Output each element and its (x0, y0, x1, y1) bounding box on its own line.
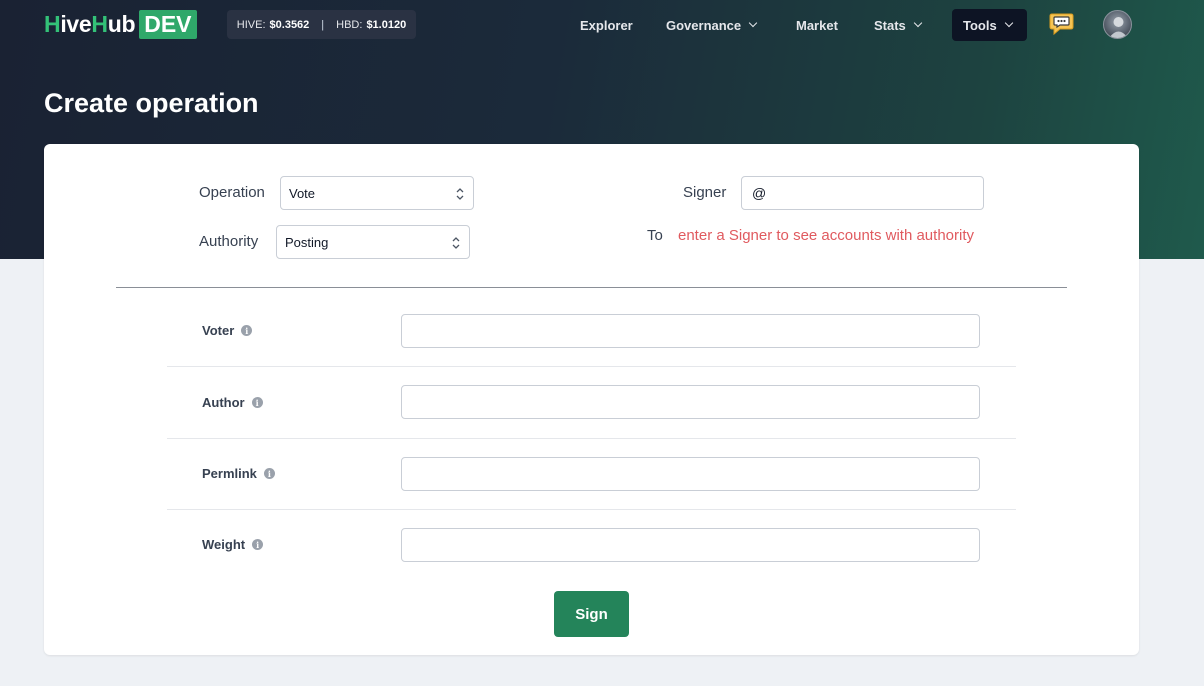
author-label: Author (202, 395, 245, 410)
signer-input-value: @ (752, 185, 767, 201)
logo-letter-h: H (44, 11, 61, 37)
chevron-down-icon (913, 18, 923, 28)
signer-label: Signer (683, 184, 727, 201)
page-title: Create operation (44, 88, 259, 118)
info-icon[interactable]: i (252, 539, 264, 550)
nav-stats-label: Stats (874, 17, 906, 33)
permlink-field-label: Permlink i (202, 466, 275, 481)
weight-field-label: Weight i (202, 537, 264, 552)
row-divider (167, 438, 1016, 439)
voter-input[interactable] (401, 314, 980, 348)
author-field-label: Author i (202, 395, 263, 410)
logo-text-ub: ub (107, 11, 136, 37)
nav-tools[interactable]: Tools (952, 9, 1027, 41)
authority-select-value: Posting (285, 234, 329, 250)
user-avatar[interactable] (1103, 10, 1132, 39)
permlink-label: Permlink (202, 466, 257, 481)
section-divider (116, 287, 1067, 288)
authority-select[interactable]: Posting (276, 225, 470, 259)
row-divider (167, 366, 1016, 367)
to-label: To (647, 227, 663, 244)
author-input[interactable] (401, 385, 980, 419)
operation-label: Operation (199, 184, 265, 201)
weight-label: Weight (202, 537, 246, 552)
row-divider (167, 509, 1016, 510)
operation-select-value: Vote (289, 185, 316, 201)
voter-label: Voter (202, 323, 235, 338)
chat-bubble-icon[interactable] (1048, 12, 1075, 36)
nav-governance-label: Governance (666, 17, 742, 33)
info-icon[interactable]: i (241, 325, 253, 336)
nav-explorer[interactable]: Explorer (580, 9, 633, 41)
nav-governance[interactable]: Governance (666, 9, 758, 41)
nav-market[interactable]: Market (796, 9, 838, 41)
operation-form-card: Operation Vote Authority Posting Signer … (44, 144, 1139, 655)
info-icon[interactable]: i (263, 468, 275, 479)
voter-field-label: Voter i (202, 323, 253, 338)
nav-explorer-label: Explorer (580, 17, 633, 33)
price-ticker: HIVE: $0.3562 | HBD: $1.0120 (227, 10, 416, 39)
logo-dev-badge: DEV (139, 10, 197, 39)
sign-button[interactable]: Sign (554, 591, 629, 637)
nav-market-label: Market (796, 17, 838, 33)
up-down-chevron-icon (456, 188, 464, 200)
price-separator: | (321, 18, 325, 31)
signer-hint: enter a Signer to see accounts with auth… (678, 227, 975, 244)
logo-text-ive: ive (60, 11, 92, 37)
nav-tools-label: Tools (963, 17, 997, 33)
info-icon[interactable]: i (251, 397, 263, 408)
chevron-down-icon (748, 18, 758, 28)
authority-label: Authority (199, 233, 259, 250)
chevron-down-icon (1004, 18, 1013, 28)
hbd-price-label: HBD: (336, 18, 363, 31)
weight-input[interactable] (401, 528, 980, 562)
up-down-chevron-icon (452, 237, 460, 249)
hive-price-label: HIVE: (236, 18, 266, 31)
hive-price-value: $0.3562 (269, 18, 310, 31)
signer-input[interactable]: @ (741, 176, 984, 210)
permlink-input[interactable] (401, 457, 980, 491)
logo-letter-h2: H (91, 11, 108, 37)
hbd-price-value: $1.0120 (366, 18, 407, 31)
operation-select[interactable]: Vote (280, 176, 474, 210)
hivehub-logo[interactable]: HiveHub DEV (44, 10, 197, 39)
nav-stats[interactable]: Stats (874, 9, 923, 41)
